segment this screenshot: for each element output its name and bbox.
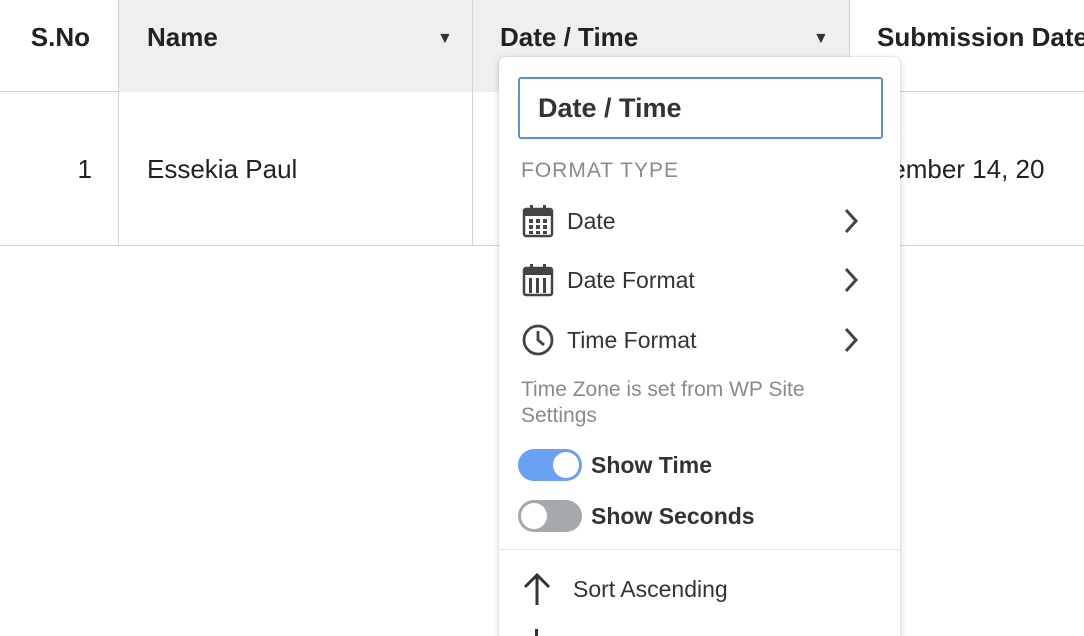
column-header-sno[interactable]: S.No [0, 0, 118, 92]
show-seconds-toggle[interactable] [518, 500, 582, 532]
cell-name: Essekia Paul [118, 92, 472, 246]
column-title-input[interactable] [518, 77, 883, 139]
show-time-toggle[interactable] [518, 449, 582, 481]
arrow-up-icon [521, 571, 553, 607]
sort-ascending-button[interactable]: Sort Ascending [521, 569, 728, 609]
chevron-right-icon [842, 207, 860, 241]
calendar-icon [521, 204, 555, 238]
toggle-label: Show Time [591, 451, 712, 478]
chevron-right-icon [842, 326, 860, 360]
sort-ascending-label: Sort Ascending [573, 575, 728, 602]
menu-item-date-format[interactable]: Date Format [521, 258, 866, 302]
menu-item-label: Date Format [567, 266, 695, 293]
arrow-down-icon [535, 629, 538, 636]
column-settings-menu: FORMAT TYPE Date [499, 57, 900, 636]
column-header-name[interactable]: Name ▼ [118, 0, 472, 92]
toggle-knob [521, 503, 547, 529]
timezone-note: Time Zone is set from WP Site Settings [521, 378, 805, 427]
toggle-knob [553, 452, 579, 478]
menu-item-time-format[interactable]: Time Format [521, 318, 866, 362]
clock-icon [521, 323, 555, 357]
dropdown-caret-icon[interactable]: ▼ [813, 30, 829, 48]
toggle-label: Show Seconds [591, 502, 755, 529]
menu-item-label: Time Format [567, 326, 697, 353]
calendar-columns-icon [521, 263, 555, 297]
menu-item-label: Date [567, 207, 616, 234]
chevron-right-icon [842, 266, 860, 300]
format-type-label: FORMAT TYPE [521, 159, 680, 182]
menu-divider [499, 549, 900, 550]
show-seconds-toggle-row[interactable]: Show Seconds [518, 499, 755, 533]
cell-sno: 1 [77, 153, 92, 184]
show-time-toggle-row[interactable]: Show Time [518, 448, 712, 482]
dropdown-caret-icon[interactable]: ▼ [437, 30, 453, 48]
menu-item-date[interactable]: Date [521, 199, 866, 243]
